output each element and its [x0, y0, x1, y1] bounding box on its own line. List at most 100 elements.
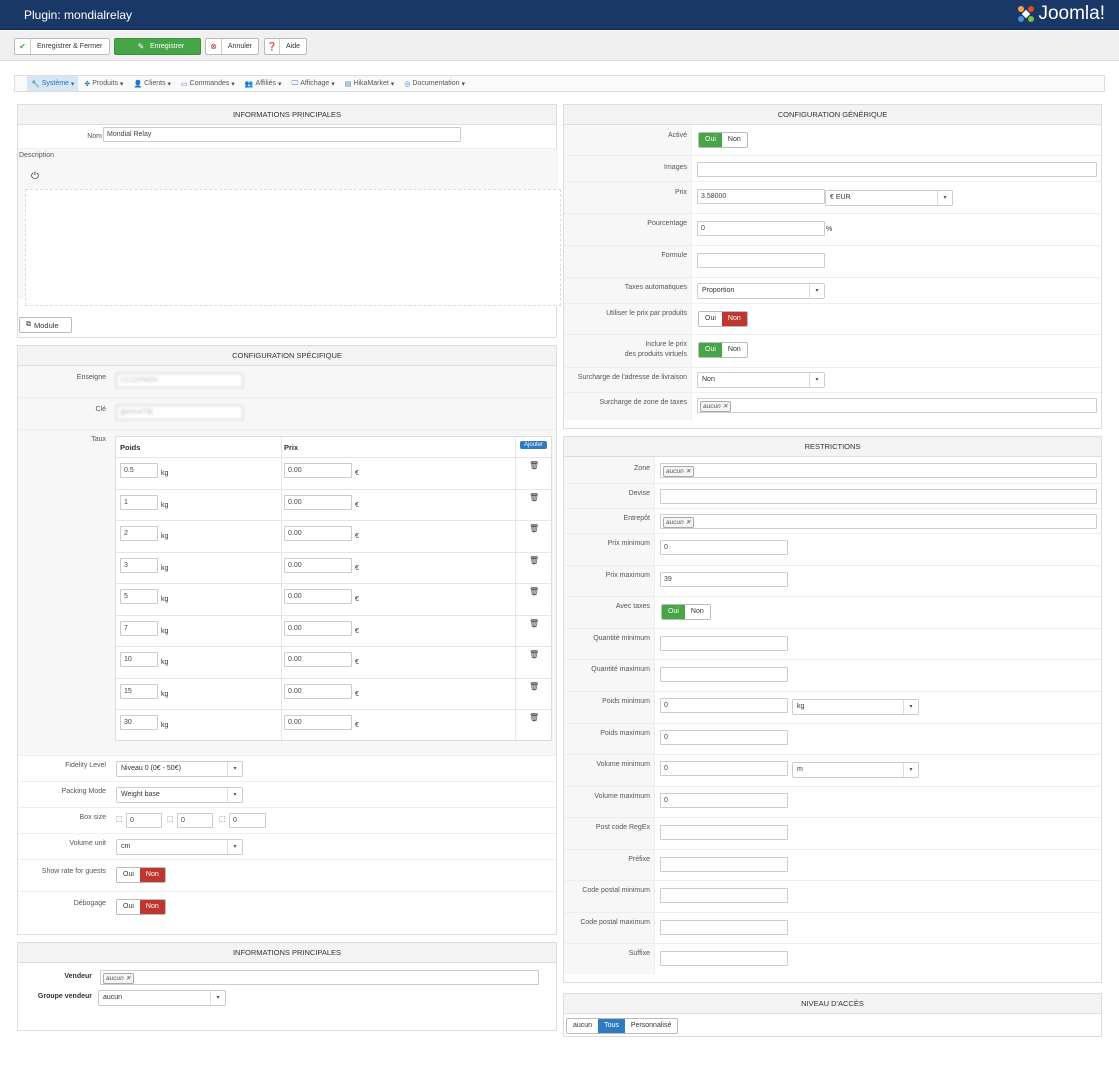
- vendor-input[interactable]: aucun ✕: [100, 970, 539, 985]
- trash-icon[interactable]: 🗑: [529, 493, 539, 502]
- use-product-price-toggle[interactable]: Oui Non: [698, 311, 748, 327]
- percent-input[interactable]: 0: [697, 221, 825, 236]
- max-qty-input[interactable]: [660, 667, 788, 682]
- rate-price-input[interactable]: 0.00: [284, 715, 352, 730]
- debug-no-option[interactable]: Non: [139, 900, 165, 914]
- rate-weight-input[interactable]: 2: [120, 526, 158, 541]
- use-product-price-yes-option[interactable]: Oui: [699, 312, 722, 326]
- trash-icon[interactable]: 🗑: [529, 713, 539, 722]
- access-option-custom[interactable]: Personnalisé: [624, 1019, 678, 1033]
- warehouse-input[interactable]: aucun ✕: [660, 514, 1097, 529]
- rate-price-input[interactable]: 0.00: [284, 557, 352, 573]
- vendor-group-select[interactable]: aucun ▾: [98, 990, 226, 1006]
- access-option-none[interactable]: aucun: [567, 1019, 599, 1033]
- rate-price-input[interactable]: 0.00: [284, 589, 352, 604]
- guests-toggle[interactable]: Oui Non: [116, 867, 166, 883]
- rate-weight-input[interactable]: 7: [120, 620, 158, 636]
- currency-select[interactable]: € EUR ▾: [825, 190, 953, 206]
- access-option-all[interactable]: Tous: [598, 1019, 625, 1033]
- min-volume-input[interactable]: 0: [660, 761, 788, 776]
- save-close-button[interactable]: ✔ Enregistrer & Fermer: [14, 38, 110, 55]
- remove-icon[interactable]: ✕: [723, 403, 728, 410]
- trash-icon[interactable]: 🗑: [529, 587, 539, 596]
- box-length-input[interactable]: 0: [126, 813, 162, 828]
- override-address-select[interactable]: Non ▾: [697, 372, 825, 388]
- rate-price-input[interactable]: 0.00: [284, 652, 352, 667]
- remove-icon[interactable]: ✕: [686, 519, 691, 526]
- debug-toggle[interactable]: Oui Non: [116, 899, 166, 915]
- override-tax-zone-input[interactable]: aucun ✕: [697, 398, 1097, 413]
- menu-hikamarket[interactable]: ▤ HikaMarket ▾: [341, 76, 399, 91]
- max-price-input[interactable]: 39: [660, 572, 788, 587]
- weight-unit-select[interactable]: kg ▾: [792, 699, 919, 715]
- access-level-selector[interactable]: aucun Tous Personnalisé: [566, 1018, 679, 1034]
- images-input[interactable]: [697, 162, 1097, 177]
- trash-icon[interactable]: 🗑: [529, 556, 539, 565]
- currency-input[interactable]: [660, 489, 1097, 504]
- volume-unit-select[interactable]: cm ▾: [116, 839, 243, 855]
- description-editor[interactable]: [25, 189, 561, 306]
- include-virtual-yes-option[interactable]: Oui: [699, 343, 722, 357]
- min-qty-input[interactable]: [660, 636, 788, 651]
- trash-icon[interactable]: 🗑: [529, 461, 539, 470]
- rate-weight-input[interactable]: 5: [120, 589, 158, 604]
- max-volume-input[interactable]: 0: [660, 793, 788, 808]
- enseigne-input[interactable]: CC22PMZH: [116, 373, 243, 388]
- rate-price-input[interactable]: 0.00: [284, 494, 352, 510]
- box-height-input[interactable]: 0: [229, 813, 266, 828]
- rate-price-input[interactable]: 0.00: [284, 463, 352, 478]
- menu-documentation[interactable]: ◎ Documentation ▾: [400, 76, 469, 91]
- cancel-button[interactable]: ⊗ Annuler: [205, 38, 259, 55]
- save-button[interactable]: ✎ Enregistrer: [114, 38, 201, 55]
- trash-icon[interactable]: 🗑: [529, 619, 539, 628]
- auto-tax-select[interactable]: Proportion ▾: [697, 283, 825, 299]
- menu-commandes[interactable]: ▭ Commandes ▾: [177, 76, 239, 91]
- rate-price-input[interactable]: 0.00: [284, 620, 352, 636]
- min-postcode-input[interactable]: [660, 888, 788, 903]
- debug-yes-option[interactable]: Oui: [117, 900, 140, 914]
- menu-produits[interactable]: ✤ Produits ▾: [80, 76, 127, 91]
- min-price-input[interactable]: 0: [660, 540, 788, 555]
- with-tax-yes-option[interactable]: Oui: [662, 605, 685, 619]
- guests-yes-option[interactable]: Oui: [117, 868, 140, 882]
- trash-icon[interactable]: 🗑: [529, 650, 539, 659]
- active-toggle[interactable]: Oui Non: [698, 132, 748, 148]
- trash-icon[interactable]: 🗑: [529, 524, 539, 533]
- guests-no-option[interactable]: Non: [139, 868, 165, 882]
- min-weight-input[interactable]: 0: [660, 698, 788, 713]
- suffix-input[interactable]: [660, 951, 788, 966]
- active-yes-option[interactable]: Oui: [699, 133, 722, 147]
- rate-weight-input[interactable]: 15: [120, 683, 158, 699]
- power-icon[interactable]: ⏻: [31, 171, 39, 182]
- menu-systeme[interactable]: 🔧 Système ▾: [27, 76, 79, 91]
- help-button[interactable]: ❓ Aide: [264, 38, 307, 55]
- include-virtual-toggle[interactable]: Oui Non: [698, 342, 748, 358]
- max-postcode-input[interactable]: [660, 920, 788, 935]
- price-input[interactable]: 3.58000: [697, 189, 825, 204]
- menu-affilies[interactable]: 👥 Affiliés ▾: [241, 76, 286, 91]
- trash-icon[interactable]: 🗑: [529, 682, 539, 691]
- menu-clients[interactable]: 👤 Clients ▾: [129, 76, 175, 91]
- include-virtual-no-option[interactable]: Non: [721, 343, 747, 357]
- box-width-input[interactable]: 0: [177, 813, 213, 828]
- max-weight-input[interactable]: 0: [660, 730, 788, 745]
- menu-affichage[interactable]: 🖵 Affichage ▾: [288, 76, 339, 91]
- add-rate-button[interactable]: Ajouter: [519, 441, 547, 449]
- active-no-option[interactable]: Non: [721, 133, 747, 147]
- fidelity-select[interactable]: Niveau 0 (0€ - 50€) ▾: [116, 761, 243, 777]
- with-tax-no-option[interactable]: Non: [684, 605, 710, 619]
- rate-price-input[interactable]: 0.00: [284, 683, 352, 699]
- cle-input[interactable]: gbHm4TtE: [116, 405, 243, 420]
- volume-unit-restr-select[interactable]: m ▾: [792, 762, 919, 778]
- rate-weight-input[interactable]: 3: [120, 557, 158, 573]
- rate-weight-input[interactable]: 1: [120, 494, 158, 510]
- rate-price-input[interactable]: 0.00: [284, 526, 352, 541]
- with-tax-toggle[interactable]: Oui Non: [661, 604, 711, 620]
- rate-weight-input[interactable]: 10: [120, 652, 158, 667]
- name-input[interactable]: Mondial Relay: [103, 127, 461, 142]
- formula-input[interactable]: [697, 253, 825, 268]
- remove-icon[interactable]: ✕: [686, 468, 691, 475]
- packing-select[interactable]: Weight base ▾: [116, 787, 243, 803]
- rate-weight-input[interactable]: 30: [120, 715, 158, 730]
- use-product-price-no-option[interactable]: Non: [721, 312, 747, 326]
